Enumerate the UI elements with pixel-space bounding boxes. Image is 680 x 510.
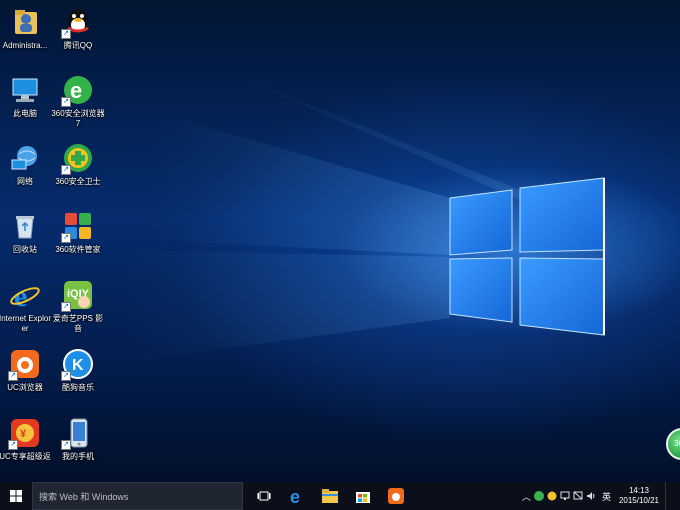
search-placeholder: 搜索 Web 和 Windows <box>39 491 129 502</box>
shortcut-arrow-icon: ↗ <box>8 440 18 450</box>
shortcut-arrow-icon: ↗ <box>61 29 71 39</box>
my-phone-icon: ↗ <box>61 417 94 450</box>
clock[interactable]: 14:13 2015/10/21 <box>619 486 659 506</box>
desktop-icon-label: Administra... <box>2 41 48 50</box>
svg-text:e: e <box>70 78 82 103</box>
computer-icon <box>9 74 41 106</box>
network-status-icon[interactable] <box>559 482 572 510</box>
task-view-icon <box>257 491 270 501</box>
desktop-icon-uc-browser[interactable]: ↗ UC浏览器 <box>0 348 52 393</box>
tray-360-icon[interactable] <box>533 482 546 510</box>
uc-browser-icon <box>387 488 404 504</box>
uc-rebate-icon: ¥ ↗ <box>8 417 41 450</box>
desktop-icon-label: 360安全卫士 <box>55 177 101 186</box>
store-taskbar-button[interactable] <box>346 482 379 510</box>
desktop-wallpaper: Administra... 此电脑 网络 回收站 e Internet Expl… <box>0 0 680 482</box>
svg-text:e: e <box>290 488 300 504</box>
desktop-icon-label: UC浏览器 <box>7 383 43 392</box>
desktop-icon-label: 360安全浏览器7 <box>51 109 105 128</box>
svg-text:K: K <box>72 357 84 374</box>
desktop-icon-iqiyi[interactable]: iQIY ↗ 爱奇艺PPS 影音 <box>51 279 105 334</box>
desktop-icon-label: 360软件管家 <box>55 245 101 254</box>
desktop-icon-qq[interactable]: ↗ 腾讯QQ <box>51 6 105 51</box>
desktop-icon-kugou[interactable]: K ↗ 酷狗音乐 <box>51 348 105 393</box>
desktop-icon-label: 我的手机 <box>62 452 94 461</box>
taskbar: 搜索 Web 和 Windows e ︿ 英 14:13 2015/10/21 <box>0 482 680 510</box>
search-box[interactable]: 搜索 Web 和 Windows <box>32 482 243 510</box>
edge-taskbar-button[interactable]: e <box>280 482 313 510</box>
desktop-icon-recycle-bin[interactable]: 回收站 <box>0 210 52 255</box>
desktop-icon-label: UC专享超级返 <box>0 452 51 461</box>
qq-penguin-icon: ↗ <box>61 6 94 39</box>
tray-security-icon[interactable] <box>546 482 559 510</box>
shortcut-arrow-icon: ↗ <box>61 440 71 450</box>
desktop-icon-this-pc[interactable]: 此电脑 <box>0 74 52 119</box>
desktop-icon-network[interactable]: 网络 <box>0 142 52 187</box>
recycle-bin-icon <box>9 210 41 242</box>
shortcut-arrow-icon: ↗ <box>61 97 71 107</box>
desktop-icon-label: 酷狗音乐 <box>62 383 94 392</box>
file-explorer-icon <box>321 489 338 503</box>
show-hidden-icons-button[interactable]: ︿ <box>520 482 533 510</box>
uc-browser-icon: ↗ <box>8 348 41 381</box>
shortcut-arrow-icon: ↗ <box>8 371 18 381</box>
show-desktop-button[interactable] <box>665 482 680 510</box>
desktop-icon-label: Internet Explorer <box>0 314 52 333</box>
chevron-up-icon: ︿ <box>521 491 531 502</box>
desktop-icon-label: 此电脑 <box>13 109 37 118</box>
desktop-icon-360-security[interactable]: ↗ 360安全卫士 <box>51 142 105 187</box>
desktop-icon-360-browser[interactable]: e ↗ 360安全浏览器7 <box>51 74 105 129</box>
input-method-indicator[interactable]: 英 <box>602 490 611 503</box>
internet-explorer-icon: e <box>9 279 41 313</box>
file-explorer-taskbar-button[interactable] <box>313 482 346 510</box>
clock-date: 2015/10/21 <box>618 496 659 505</box>
clock-time: 14:13 <box>628 486 649 495</box>
shortcut-arrow-icon: ↗ <box>61 371 71 381</box>
edge-icon: e <box>290 488 300 504</box>
user-folder-icon <box>9 6 41 38</box>
360-browser-icon: e ↗ <box>61 74 94 107</box>
desktop-icon-label: 回收站 <box>13 245 37 254</box>
desktop-icon-administrator[interactable]: Administra... <box>0 6 52 51</box>
windows-logo-icon <box>10 490 22 502</box>
desktop-icon-internet-explorer[interactable]: e Internet Explorer <box>0 279 52 334</box>
desktop-icon-360-software-manager[interactable]: ↗ 360软件管家 <box>51 210 105 255</box>
shortcut-arrow-icon: ↗ <box>61 302 71 312</box>
task-view-button[interactable] <box>247 482 280 510</box>
svg-text:¥: ¥ <box>20 428 27 440</box>
360-security-icon: ↗ <box>61 142 94 175</box>
store-icon <box>355 492 370 503</box>
360-software-manager-icon: ↗ <box>61 210 94 243</box>
desktop-icon-label: 腾讯QQ <box>63 41 93 50</box>
shortcut-arrow-icon: ↗ <box>61 165 71 175</box>
desktop-icon-label: 爱奇艺PPS 影音 <box>52 314 104 333</box>
kugou-icon: K ↗ <box>61 348 94 381</box>
desktop-icon-uc-rebate[interactable]: ¥ ↗ UC专享超级返 <box>0 417 52 462</box>
action-center-tray-icon[interactable] <box>572 482 585 510</box>
uc-browser-taskbar-button[interactable] <box>379 482 412 510</box>
start-button[interactable] <box>0 482 32 510</box>
shortcut-arrow-icon: ↗ <box>61 233 71 243</box>
iqiyi-icon: iQIY ↗ <box>61 279 94 312</box>
desktop-icon-my-phone[interactable]: ↗ 我的手机 <box>51 417 105 462</box>
volume-icon[interactable] <box>585 482 598 510</box>
widget-label: 360 <box>674 439 680 448</box>
desktop-icon-label: 网络 <box>17 177 33 186</box>
network-icon <box>9 142 41 174</box>
system-tray: ︿ 英 14:13 2015/10/21 <box>520 482 680 510</box>
